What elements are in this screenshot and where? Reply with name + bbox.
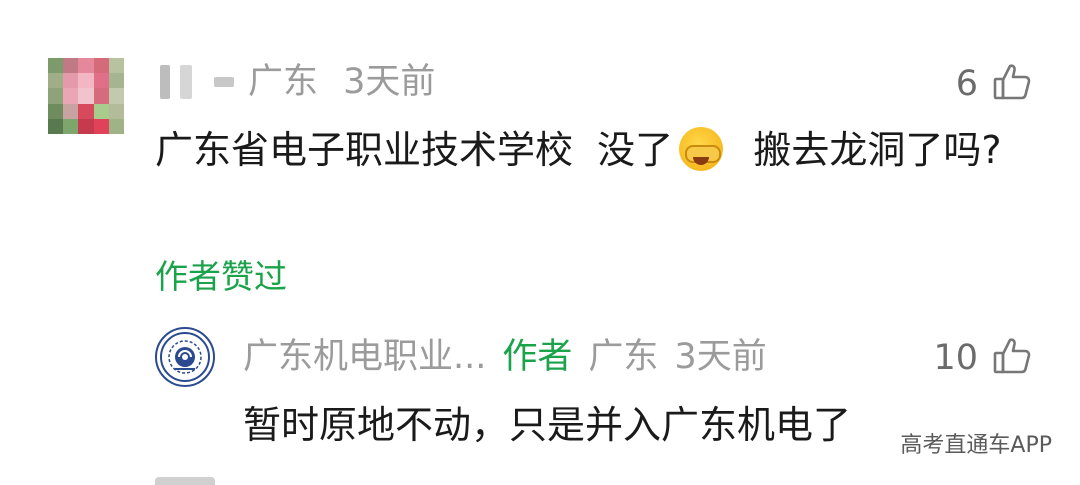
- reply-location: 广东: [588, 337, 659, 377]
- username-redacted[interactable]: [160, 64, 234, 100]
- reply-time: 3天前: [674, 337, 767, 377]
- reply-avatar[interactable]: [155, 327, 215, 387]
- school-logo-icon: [160, 332, 210, 382]
- comment-like-count: 6: [955, 64, 978, 104]
- reply-username[interactable]: 广东机电职业...: [243, 336, 486, 378]
- thumbs-up-icon: [992, 336, 1032, 380]
- next-avatar-edge: [155, 477, 215, 485]
- comment-like-button[interactable]: 6: [956, 62, 1032, 106]
- comment-time: 3天前: [343, 62, 436, 102]
- watermark: 高考直通车APP: [900, 433, 1052, 458]
- author-liked-label: 作者赞过: [155, 257, 287, 296]
- face-with-tears-emoji-icon: [679, 127, 724, 171]
- author-badge: 作者: [502, 337, 573, 377]
- comment-text-part1: 广东省电子职业技术学校 没了: [155, 128, 674, 172]
- comment-text-part2: 搬去龙洞了吗?: [729, 128, 1002, 172]
- reply-like-count: 10: [933, 338, 978, 378]
- avatar[interactable]: [48, 58, 124, 134]
- comment-meta: 广东 3天前: [248, 62, 435, 102]
- reply-like-button[interactable]: 10: [933, 336, 1032, 380]
- reply-meta: 广东机电职业... 作者 广东 3天前: [243, 336, 767, 378]
- reply-text: 暂时原地不动，只是并入广东机电了: [243, 403, 852, 447]
- comment-location: 广东: [248, 62, 319, 102]
- comment-text: 广东省电子职业技术学校 没了 搬去龙洞了吗?: [155, 122, 1005, 178]
- thumbs-up-icon: [992, 62, 1032, 106]
